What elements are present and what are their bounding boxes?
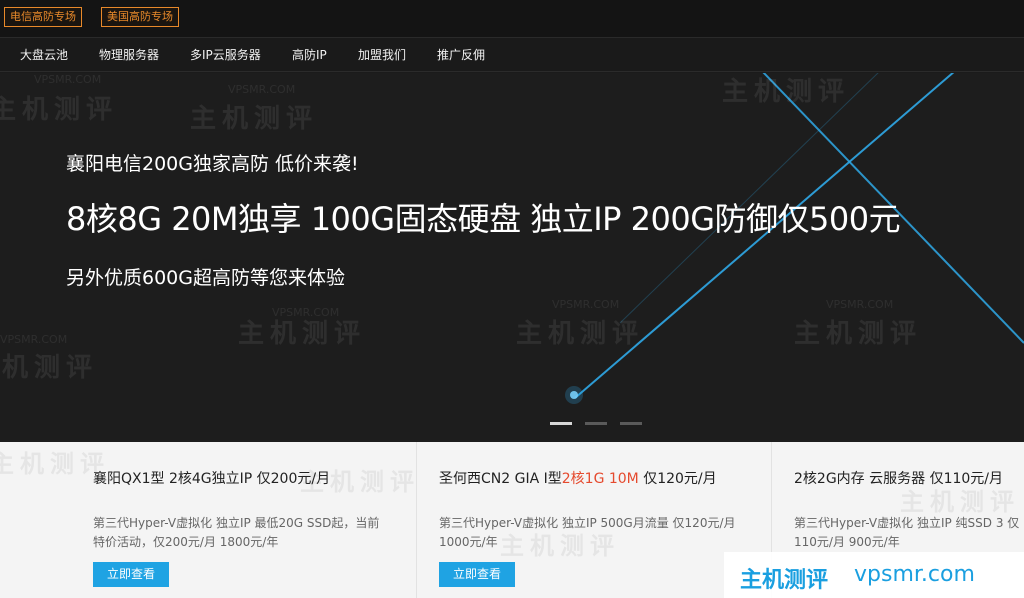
slide-dot[interactable] — [550, 422, 572, 425]
nav-item-multi-ip-cloud[interactable]: 多IP云服务器 — [190, 38, 261, 72]
nav-item-cloud-pool[interactable]: 大盘云池 — [20, 38, 68, 72]
product-card: 襄阳QX1型 2核4G独立IP 仅200元/月 第三代Hyper-V虚拟化 独立… — [0, 442, 417, 598]
product-title[interactable]: 2核2G内存 云服务器 仅110元/月 — [794, 468, 1003, 488]
nav-item-affiliate[interactable]: 推广反佣 — [437, 38, 485, 72]
nav-item-ddos-ip[interactable]: 高防IP — [292, 38, 327, 72]
product-title[interactable]: 襄阳QX1型 2核4G独立IP 仅200元/月 — [93, 468, 330, 488]
site-badge: 主机测评 vpsmr.com — [724, 552, 1024, 598]
product-description: 第三代Hyper-V虚拟化 独立IP 纯SSD 3 仅110元/月 900元/年 — [794, 516, 1020, 549]
product-title[interactable]: 圣何西CN2 GIA I型2核1G 10M 仅120元/月 — [439, 468, 717, 488]
us-ddos-tag[interactable]: 美国高防专场 — [101, 7, 179, 27]
product-title-highlight: 2核1G 10M — [561, 471, 639, 487]
site-badge-name: 主机测评 — [740, 568, 829, 593]
slide-dot[interactable] — [585, 422, 607, 425]
product-description: 第三代Hyper-V虚拟化 独立IP 最低20G SSD起，当前特价活动，仅20… — [93, 516, 380, 549]
product-description: 第三代Hyper-V虚拟化 独立IP 500G月流量 仅120元/月 1000元… — [439, 516, 736, 549]
product-card: 圣何西CN2 GIA I型2核1G 10M 仅120元/月 第三代Hyper-V… — [417, 442, 772, 598]
slide-dot[interactable] — [620, 422, 642, 425]
nav-item-join-us[interactable]: 加盟我们 — [358, 38, 406, 72]
hero-headline: 襄阳电信200G独家高防 低价来袭! — [66, 153, 359, 175]
hero-subline: 另外优质600G超高防等您来体验 — [66, 267, 345, 289]
hero-offer: 8核8G 20M独享 100G固态硬盘 独立IP 200G防御仅500元 — [66, 200, 901, 238]
main-nav: 大盘云池 物理服务器 多IP云服务器 高防IP 加盟我们 推广反佣 — [0, 38, 1024, 72]
site-badge-url: vpsmr.com — [854, 562, 975, 587]
nav-item-physical-server[interactable]: 物理服务器 — [99, 38, 159, 72]
product-title-price: 仅120元/月 — [638, 471, 717, 487]
light-streak-decoration — [565, 73, 1024, 404]
telecom-ddos-tag[interactable]: 电信高防专场 — [4, 7, 82, 27]
view-now-button[interactable]: 立即查看 — [93, 562, 169, 587]
top-bar: 电信高防专场 美国高防专场 — [0, 0, 1024, 38]
product-title-text: 圣何西CN2 GIA I型 — [439, 471, 562, 487]
hero-banner[interactable]: 主机测评 VPSMR.COM 主机测评 VPSMR.COM 主机测评 VPSMR… — [0, 73, 1024, 442]
view-now-button[interactable]: 立即查看 — [439, 562, 515, 587]
